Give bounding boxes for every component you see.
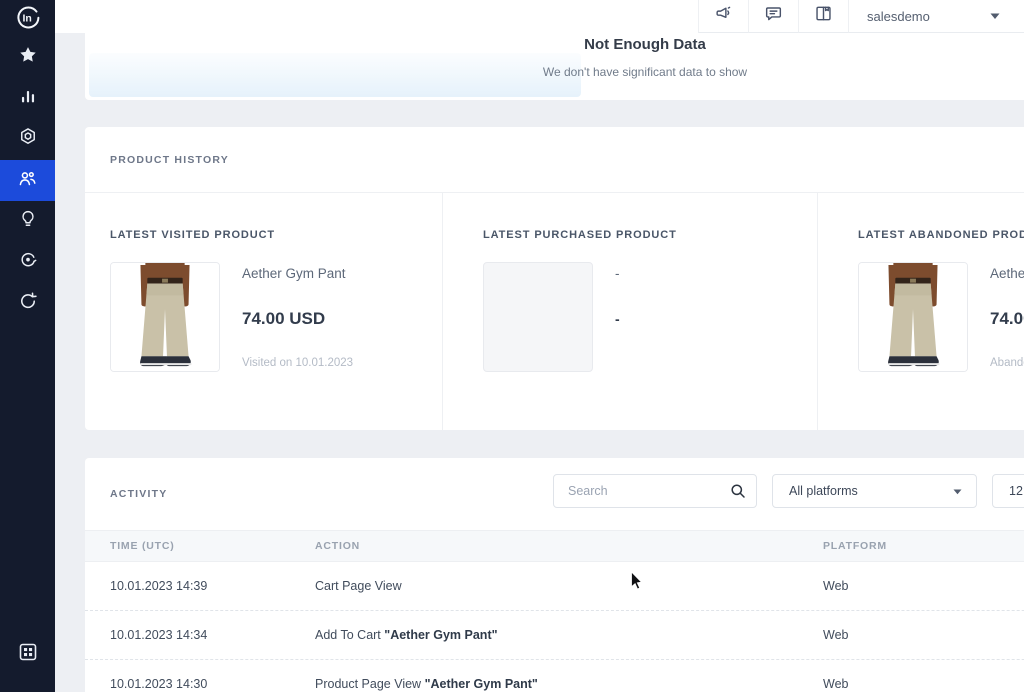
product-image xyxy=(110,262,220,372)
activity-card: ACTIVITY All platforms 12.1 xyxy=(85,458,1024,692)
product-history-card: PRODUCT HISTORY LATEST VISITED PRODUCT xyxy=(85,127,1024,430)
announcements-button[interactable] xyxy=(698,0,748,33)
product-history-columns: LATEST VISITED PRODUCT xyxy=(85,193,1024,430)
platform-filter-value: All platforms xyxy=(789,484,858,498)
lightbulb-icon xyxy=(17,208,39,235)
product-name: - xyxy=(615,266,620,281)
docs-book-icon xyxy=(814,4,833,28)
product-price: - xyxy=(615,311,620,327)
workspace-dropdown[interactable]: salesdemo xyxy=(848,0,1024,33)
cell-time: 10.01.2023 14:34 xyxy=(110,628,315,642)
product-history-title: PRODUCT HISTORY xyxy=(110,154,229,166)
product-meta: Abandoned on 10.01.2023 xyxy=(990,357,1024,370)
column-header-time: TIME (UTC) xyxy=(110,540,315,552)
bar-chart-icon xyxy=(17,85,39,112)
cell-action: Add To Cart "Aether Gym Pant" xyxy=(315,628,823,642)
insider-logo: In xyxy=(15,4,41,35)
sidebar-item-refresh[interactable] xyxy=(0,283,55,324)
product-row: Aether Gym Pant 74.00 USD Visited on 10.… xyxy=(110,262,442,372)
product-info: Aether Gym Pant 74.00 USD Abandoned on 1… xyxy=(990,262,1024,372)
svg-text:In: In xyxy=(22,12,31,24)
cell-action: Product Page View "Aether Gym Pant" xyxy=(315,677,823,691)
latest-visited-product: LATEST VISITED PRODUCT xyxy=(85,193,443,430)
topbar: salesdemo xyxy=(55,0,1024,33)
cell-action: Cart Page View xyxy=(315,579,823,593)
audience-people-icon xyxy=(16,167,39,195)
product-history-header: PRODUCT HISTORY xyxy=(85,127,1024,193)
apps-grid-icon xyxy=(16,640,40,669)
cell-time: 10.01.2023 14:39 xyxy=(110,579,315,593)
latest-abandoned-product: LATEST ABANDONED PRODUCT xyxy=(818,193,1024,430)
activity-table: TIME (UTC) ACTION PLATFORM 10.01.2023 14… xyxy=(85,530,1024,692)
not-enough-data-title: Not Enough Data xyxy=(85,36,1024,53)
sidebar-item-audience[interactable] xyxy=(0,160,55,201)
product-price: 74.00 USD xyxy=(242,309,353,329)
sidebar-item-analytics[interactable] xyxy=(0,78,55,119)
chat-icon xyxy=(764,4,783,28)
feedback-chat-button[interactable] xyxy=(748,0,798,33)
product-row: - - xyxy=(483,262,817,372)
sidebar-item-apps[interactable] xyxy=(0,640,55,669)
target-eye-icon xyxy=(17,249,39,276)
sidebar-nav xyxy=(0,37,55,324)
latest-purchased-product: LATEST PURCHASED PRODUCT - - xyxy=(443,193,818,430)
product-info: - - xyxy=(615,262,620,372)
table-row: 10.01.2023 14:39 Cart Page View Web xyxy=(85,562,1024,611)
search-input[interactable] xyxy=(553,474,757,508)
cell-time: 10.01.2023 14:30 xyxy=(110,677,315,691)
docs-button[interactable] xyxy=(798,0,848,33)
card-label: LATEST PURCHASED PRODUCT xyxy=(483,229,817,241)
cell-platform: Web xyxy=(823,579,1024,593)
sidebar-item-journeys[interactable] xyxy=(0,242,55,283)
product-name: Aether Gym Pant xyxy=(242,266,353,281)
activity-search xyxy=(553,474,757,508)
product-info: Aether Gym Pant 74.00 USD Visited on 10.… xyxy=(242,262,353,372)
chevron-down-icon xyxy=(990,7,1000,25)
product-image xyxy=(858,262,968,372)
main-content: Not Enough Data We don't have significan… xyxy=(55,0,1024,692)
search-icon[interactable] xyxy=(730,483,746,504)
product-meta xyxy=(615,357,620,370)
cell-platform: Web xyxy=(823,677,1024,691)
sidebar-item-insights[interactable] xyxy=(0,201,55,242)
column-header-action: ACTION xyxy=(315,540,823,552)
date-range-filter[interactable]: 12.1 xyxy=(992,474,1024,508)
sidebar-item-home[interactable]: In xyxy=(0,2,55,36)
product-price: 74.00 USD xyxy=(990,309,1024,329)
activity-header: ACTIVITY All platforms 12.1 xyxy=(85,458,1024,530)
card-label: LATEST ABANDONED PRODUCT xyxy=(858,229,1024,241)
product-row: Aether Gym Pant 74.00 USD Abandoned on 1… xyxy=(858,262,1024,372)
not-enough-data-subtitle: We don't have significant data to show xyxy=(85,65,1024,79)
activity-title: ACTIVITY xyxy=(110,488,167,500)
cell-platform: Web xyxy=(823,628,1024,642)
sidebar-item-favorites[interactable] xyxy=(0,37,55,78)
table-row: 10.01.2023 14:30 Product Page View "Aeth… xyxy=(85,660,1024,692)
product-name: Aether Gym Pant xyxy=(990,266,1024,281)
chevron-down-icon xyxy=(953,482,962,500)
table-row: 10.01.2023 14:34 Add To Cart "Aether Gym… xyxy=(85,611,1024,660)
table-header-row: TIME (UTC) ACTION PLATFORM xyxy=(85,530,1024,562)
product-meta: Visited on 10.01.2023 xyxy=(242,357,353,370)
sidebar-item-products[interactable] xyxy=(0,119,55,160)
column-header-platform: PLATFORM xyxy=(823,540,1024,552)
announcement-icon xyxy=(714,4,733,28)
date-filter-value: 12.1 xyxy=(1009,484,1024,498)
product-box-icon xyxy=(17,126,39,153)
product-image-placeholder xyxy=(483,262,593,372)
workspace-name: salesdemo xyxy=(867,9,990,24)
card-label: LATEST VISITED PRODUCT xyxy=(110,229,442,241)
sidebar: In xyxy=(0,0,55,692)
star-icon xyxy=(17,44,39,71)
platform-filter-dropdown[interactable]: All platforms xyxy=(772,474,977,508)
refresh-icon xyxy=(17,290,39,317)
